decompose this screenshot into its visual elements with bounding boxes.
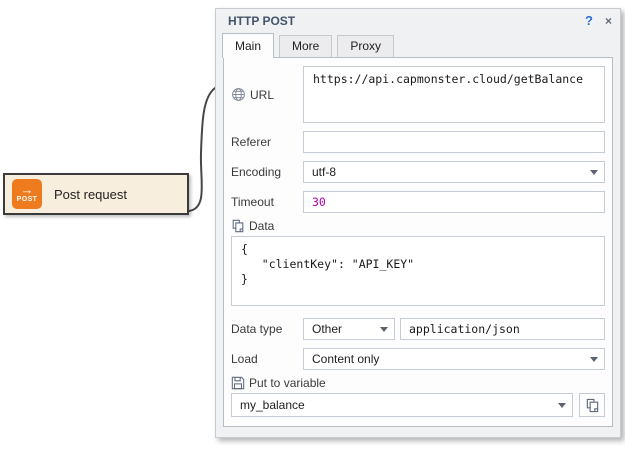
tab-main[interactable]: Main	[222, 33, 274, 58]
copy-pages-icon	[231, 219, 245, 233]
encoding-dropdown[interactable]: utf-8	[303, 161, 605, 183]
timeout-row: Timeout	[231, 191, 605, 213]
copy-pages-icon	[585, 398, 600, 413]
chevron-down-icon	[558, 403, 566, 408]
post-icon-arrow: →	[21, 184, 34, 195]
put-to-variable-label-text: Put to variable	[249, 376, 326, 390]
tab-more[interactable]: More	[279, 35, 332, 57]
load-label: Load	[231, 352, 303, 366]
post-icon: → POST	[12, 179, 42, 209]
tab-proxy[interactable]: Proxy	[337, 35, 394, 57]
tab-strip: Main More Proxy	[216, 32, 620, 57]
timeout-label: Timeout	[231, 195, 303, 209]
timeout-input[interactable]	[303, 191, 605, 213]
data-type-row: Data type Other	[231, 318, 605, 340]
dialog-titlebar[interactable]: HTTP POST ? ×	[216, 9, 620, 32]
referer-label: Referer	[231, 135, 303, 149]
chevron-down-icon	[590, 170, 598, 175]
data-label: Data	[231, 219, 605, 233]
variable-value: my_balance	[240, 398, 558, 412]
http-post-dialog: HTTP POST ? × Main More Proxy	[215, 8, 621, 438]
workflow-canvas: → POST Post request HTTP POST ? × Main M…	[0, 0, 625, 449]
referer-row: Referer	[231, 131, 605, 153]
url-label-text: URL	[250, 88, 274, 102]
variable-row: my_balance	[231, 393, 605, 417]
data-type-value: Other	[312, 322, 380, 336]
url-row: URL https://api.capmonster.cloud/getBala…	[231, 66, 605, 123]
referer-input[interactable]	[303, 131, 605, 153]
dialog-title: HTTP POST	[228, 14, 585, 28]
node-label: Post request	[54, 187, 127, 202]
load-row: Load Content only	[231, 348, 605, 370]
encoding-label: Encoding	[231, 165, 303, 179]
url-input[interactable]: https://api.capmonster.cloud/getBalance	[303, 66, 605, 123]
main-tab-panel: URL https://api.capmonster.cloud/getBala…	[223, 57, 613, 427]
data-label-text: Data	[249, 219, 274, 233]
post-request-node[interactable]: → POST Post request	[3, 173, 189, 215]
load-value: Content only	[312, 352, 590, 366]
data-type-label: Data type	[231, 322, 303, 336]
data-type-dropdown[interactable]: Other	[303, 318, 395, 340]
close-icon[interactable]: ×	[605, 14, 612, 28]
variable-dropdown[interactable]: my_balance	[231, 393, 573, 417]
post-icon-caption: POST	[17, 195, 38, 204]
help-icon[interactable]: ?	[585, 13, 593, 28]
copy-variable-button[interactable]	[579, 393, 605, 417]
put-to-variable-label: Put to variable	[231, 376, 605, 390]
encoding-value: utf-8	[312, 165, 590, 179]
encoding-row: Encoding utf-8	[231, 161, 605, 183]
globe-www-icon	[231, 87, 246, 102]
save-floppy-icon	[231, 376, 245, 390]
chevron-down-icon	[590, 357, 598, 362]
url-label: URL	[231, 87, 303, 102]
mime-type-input[interactable]	[400, 318, 605, 340]
data-input[interactable]: { "clientKey": "API_KEY" }	[231, 236, 605, 306]
chevron-down-icon	[380, 327, 388, 332]
load-dropdown[interactable]: Content only	[303, 348, 605, 370]
